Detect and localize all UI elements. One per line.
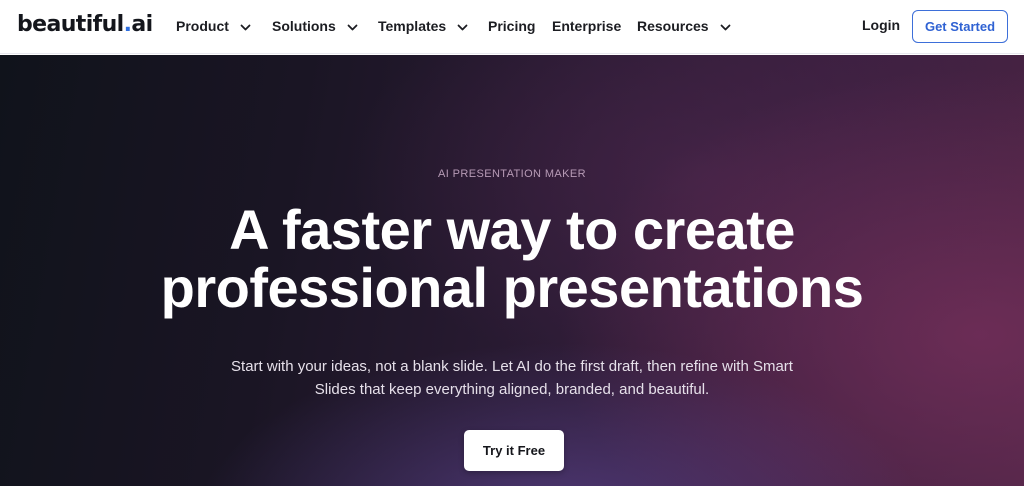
hero-headline-line: A faster way to create xyxy=(229,198,795,261)
try-it-free-button[interactable]: Try it Free xyxy=(464,430,564,471)
nav-item-solutions[interactable]: Solutions xyxy=(272,15,358,37)
top-navbar: beautiful.ai Product Solutions Templates… xyxy=(0,0,1024,54)
nav-item-label: Pricing xyxy=(488,18,536,34)
nav-item-resources[interactable]: Resources xyxy=(637,15,731,37)
chevron-down-icon xyxy=(720,22,731,33)
brand-logo[interactable]: beautiful.ai xyxy=(17,11,153,39)
login-link[interactable]: Login xyxy=(862,15,900,35)
get-started-button[interactable]: Get Started xyxy=(912,10,1008,43)
hero-eyebrow: AI PRESENTATION MAKER xyxy=(438,168,586,180)
hero-section: AI PRESENTATION MAKER A faster way to cr… xyxy=(0,55,1024,486)
nav-item-label: Product xyxy=(176,18,229,34)
chevron-down-icon xyxy=(240,22,251,33)
chevron-down-icon xyxy=(457,22,468,33)
nav-item-product[interactable]: Product xyxy=(176,15,251,37)
nav-item-templates[interactable]: Templates xyxy=(378,15,468,37)
nav-item-pricing[interactable]: Pricing xyxy=(488,15,535,37)
nav-item-enterprise[interactable]: Enterprise xyxy=(552,15,621,37)
nav-item-label: Templates xyxy=(378,18,447,34)
hero-headline: A faster way to create professional pres… xyxy=(0,201,1024,317)
hero-subtitle-line: Start with your ideas, not a blank slide… xyxy=(231,358,793,375)
logo-prefix: beautiful xyxy=(17,12,124,37)
chevron-down-icon xyxy=(347,22,358,33)
logo-suffix: ai xyxy=(131,12,153,37)
nav-item-label: Enterprise xyxy=(552,18,622,34)
hero-headline-line: professional presentations xyxy=(160,256,864,319)
hero-subtitle-line: Slides that keep everything aligned, bra… xyxy=(314,381,710,398)
nav-item-label: Solutions xyxy=(272,18,336,34)
nav-item-label: Resources xyxy=(637,18,709,34)
hero-subtitle: Start with your ideas, not a blank slide… xyxy=(192,355,832,401)
